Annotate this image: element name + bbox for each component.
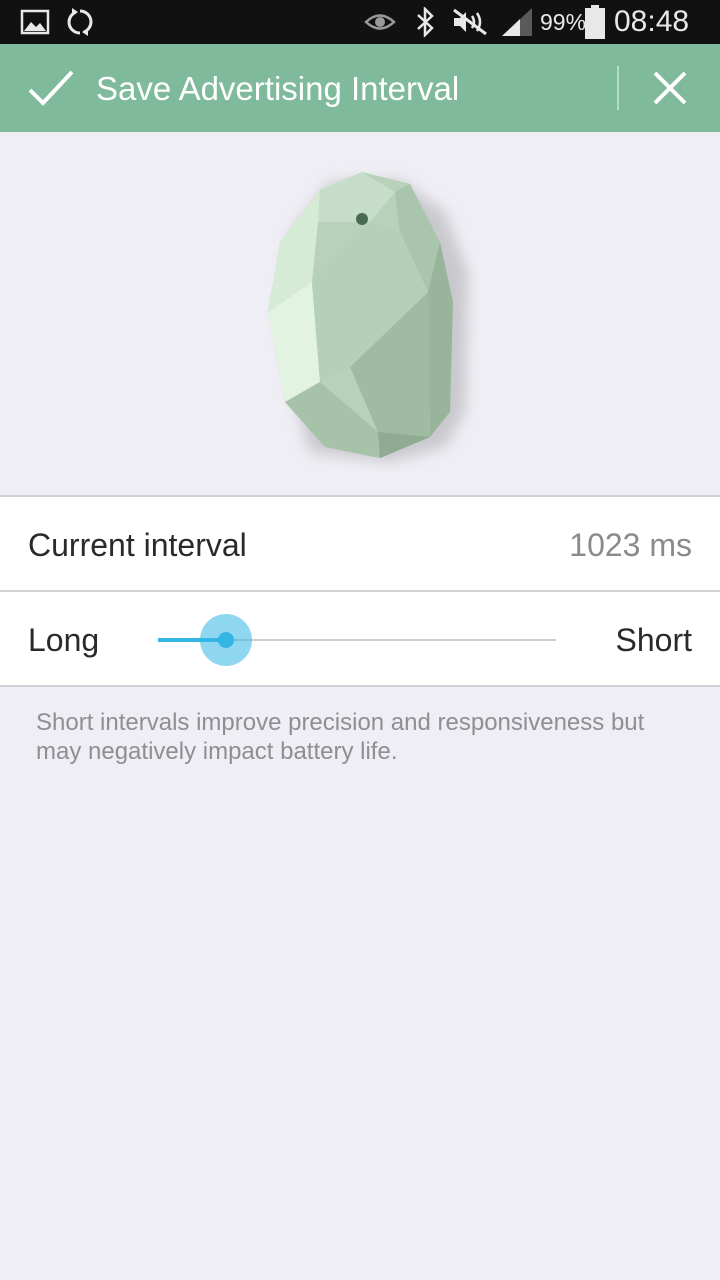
action-divider — [617, 66, 619, 110]
close-icon[interactable] — [640, 58, 700, 118]
status-bar: 99% 08:48 — [0, 0, 720, 44]
mute-icon — [450, 0, 490, 44]
beacon-image — [268, 172, 468, 462]
settings-list: Current interval 1023 ms Long Short — [0, 495, 720, 687]
current-interval-label: Current interval — [28, 527, 247, 563]
slider-min-label: Long — [28, 622, 100, 658]
sync-icon — [64, 0, 96, 44]
battery-percent: 99% — [540, 8, 587, 35]
page-title[interactable]: Save Advertising Interval — [96, 44, 459, 132]
hint-text: Short intervals improve precision and re… — [36, 709, 645, 765]
action-bar: Save Advertising Interval — [0, 44, 720, 132]
signal-icon — [500, 0, 534, 44]
interval-slider-row: Long Short — [0, 592, 720, 687]
check-icon[interactable] — [26, 66, 76, 110]
battery-icon — [584, 0, 606, 44]
interval-slider[interactable] — [158, 614, 556, 666]
current-interval-value: 1023 ms — [569, 527, 692, 563]
beacon-hero — [0, 132, 720, 495]
gallery-icon — [20, 0, 50, 44]
bluetooth-icon — [414, 0, 436, 44]
slider-thumb[interactable] — [218, 632, 234, 648]
clock: 08:48 — [614, 5, 690, 38]
eye-icon — [364, 0, 396, 44]
current-interval-row: Current interval 1023 ms — [0, 497, 720, 592]
slider-max-label: Short — [615, 622, 692, 658]
